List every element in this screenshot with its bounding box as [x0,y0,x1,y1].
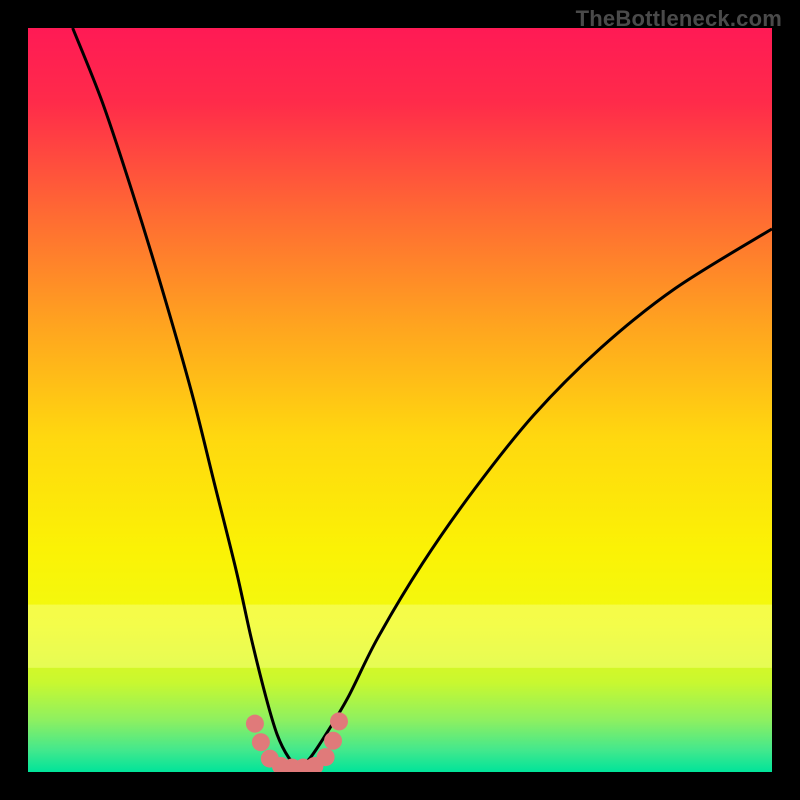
marker-dot [246,715,264,733]
bright-band [28,605,772,668]
marker-dot [252,733,270,751]
marker-dot [317,748,335,766]
watermark-text: TheBottleneck.com [576,6,782,32]
marker-dot [330,712,348,730]
marker-dot [324,732,342,750]
bottleneck-chart [28,28,772,772]
chart-frame [28,28,772,772]
